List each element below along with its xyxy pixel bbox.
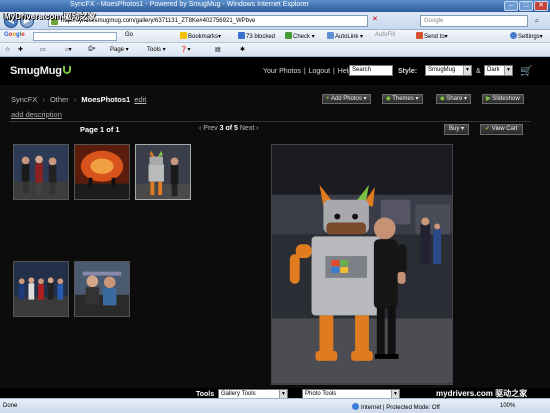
thumbnail-image <box>75 262 129 316</box>
help-menu[interactable]: ❓▾ <box>180 46 190 53</box>
theme-select[interactable]: Dark ▼ <box>484 65 513 76</box>
slideshow-button[interactable]: ▶ Slideshow <box>482 94 524 104</box>
style-select[interactable]: SmugMug ▼ <box>425 65 472 76</box>
themes-button[interactable]: ◆ Themes ▾ <box>382 94 423 104</box>
google-go-button[interactable]: Go <box>125 32 133 38</box>
page-indicator: Page 1 of 1 <box>80 125 120 134</box>
window-title: SyncFX - MoesPhotos1 - Powered by SmugMu… <box>70 1 309 8</box>
share-button[interactable]: ◆ Share ▾ <box>436 94 471 104</box>
send-to-button[interactable]: Send to▾ <box>416 32 448 40</box>
add-favorite-icon[interactable]: ✚ <box>18 46 23 53</box>
header-divider <box>9 121 531 122</box>
logout-link[interactable]: Logout <box>309 68 330 75</box>
browser-search-input[interactable]: Google <box>420 15 528 27</box>
star-icon <box>180 32 187 39</box>
watermark-right: mydrivers.com 驱动之家 <box>436 389 528 398</box>
tools-menu[interactable]: Tools ▾ <box>147 46 166 53</box>
thumbnail-4[interactable] <box>13 261 69 317</box>
cart-icon[interactable]: 🛒 <box>520 66 532 77</box>
thumbnail-image <box>136 145 190 199</box>
google-toolbar: Google Go Bookmarks▾ 73 blocked Check ▾ … <box>0 30 550 43</box>
settings-button[interactable]: Settings▾ <box>510 32 543 40</box>
bluetooth-icon[interactable]: ✱ <box>240 46 245 53</box>
image-navigation: ‹ Prev 3 of 5 Next › <box>199 125 259 132</box>
thumbnail-image <box>14 145 68 199</box>
breadcrumb-separator: › <box>42 95 45 104</box>
breadcrumb-category[interactable]: Other <box>50 95 69 104</box>
bookmarks-button[interactable]: Bookmarks▾ <box>180 32 221 40</box>
check-icon <box>285 32 292 39</box>
smugmug-header: SmugMug Your Photos | Logout | Help Sear… <box>0 57 550 85</box>
globe-icon <box>352 403 359 410</box>
security-zone: Internet | Protected Mode: Off <box>352 403 440 411</box>
gallery-search-input[interactable]: Search <box>349 65 393 76</box>
autolink-button[interactable]: AutoLink ▾ <box>327 32 363 40</box>
edit-title-link[interactable]: edit <box>134 95 146 104</box>
breadcrumb-separator: › <box>73 95 77 104</box>
next-link[interactable]: Next › <box>240 125 259 132</box>
add-photos-button[interactable]: + Add Photos ▾ <box>322 94 371 104</box>
address-input[interactable]: http://syncfx.smugmug.com/gallery/637113… <box>48 15 368 27</box>
nav-separator: | <box>303 68 306 75</box>
tools-label: Tools <box>196 391 215 398</box>
send-icon <box>416 32 423 39</box>
home-icon[interactable]: ⌂▾ <box>65 46 72 53</box>
close-window-button[interactable]: ✕ <box>534 1 548 11</box>
smile-icon <box>62 66 71 74</box>
status-bar: Done Internet | Protected Mode: Off 100% <box>0 398 550 413</box>
image-counter: 3 of 5 <box>219 125 238 132</box>
thumbnail-1[interactable] <box>13 144 69 200</box>
smugmug-logo[interactable]: SmugMug <box>10 65 71 77</box>
research-icon[interactable]: ▤ <box>215 46 221 53</box>
minimize-button[interactable]: – <box>504 1 518 11</box>
stop-button[interactable]: ✕ <box>372 15 378 23</box>
command-bar: ☆ ✚ ▭ ⌂▾ ⎙▾ Page ▾ Tools ▾ ❓▾ ▤ ✱ <box>0 43 550 57</box>
view-cart-button[interactable]: ✔ View Cart <box>480 124 523 135</box>
gallery-title: MoesPhotos1 <box>81 95 131 104</box>
search-icon[interactable]: ⌕ <box>530 15 544 27</box>
blocker-icon <box>238 32 245 39</box>
window-controls: – □ ✕ <box>504 1 548 11</box>
thumbnail-image <box>75 145 129 199</box>
your-photos-link[interactable]: Your Photos <box>263 68 301 75</box>
favorites-star-icon[interactable]: ☆ <box>5 46 10 53</box>
link-icon <box>327 32 334 39</box>
thumbnail-5[interactable] <box>74 261 130 317</box>
nav-separator: | <box>333 68 335 75</box>
print-icon[interactable]: ⎙▾ <box>88 46 95 53</box>
tab-icon[interactable]: ▭ <box>40 46 46 53</box>
zoom-level[interactable]: 100% <box>500 403 515 409</box>
google-search-input[interactable] <box>33 32 117 41</box>
autofill-button[interactable]: AutoFill <box>375 32 395 38</box>
breadcrumb: SyncFX › Other › MoesPhotos1 edit <box>11 95 146 104</box>
thumbnail-3-selected[interactable] <box>135 144 191 200</box>
chevron-down-icon: ▼ <box>504 66 512 75</box>
ampersand: & <box>476 68 481 75</box>
popup-blocker-button[interactable]: 73 blocked <box>238 32 275 40</box>
style-label: Style: <box>398 68 418 75</box>
page-menu[interactable]: Page ▾ <box>110 46 129 53</box>
header-nav: Your Photos | Logout | Help <box>263 68 353 75</box>
thumbnail-2[interactable] <box>74 144 130 200</box>
chevron-down-icon: ▼ <box>463 66 471 75</box>
gear-icon <box>510 32 517 39</box>
smugmug-page: SmugMug Your Photos | Logout | Help Sear… <box>0 57 550 400</box>
spell-check-button[interactable]: Check ▾ <box>285 32 315 40</box>
maximize-button[interactable]: □ <box>519 1 533 11</box>
main-photo[interactable] <box>271 144 453 385</box>
add-description-link[interactable]: add description <box>11 110 62 119</box>
thumbnail-image <box>14 262 68 316</box>
photo-costume-mascot <box>272 145 452 384</box>
prev-link[interactable]: ‹ Prev <box>199 125 218 132</box>
status-text: Done <box>3 403 18 409</box>
watermark-left: MyDrivers.com 驱动之家 <box>4 12 96 21</box>
buy-button[interactable]: Buy ▾ <box>444 124 470 135</box>
google-logo: Google <box>4 32 25 38</box>
breadcrumb-root[interactable]: SyncFX <box>11 95 37 104</box>
